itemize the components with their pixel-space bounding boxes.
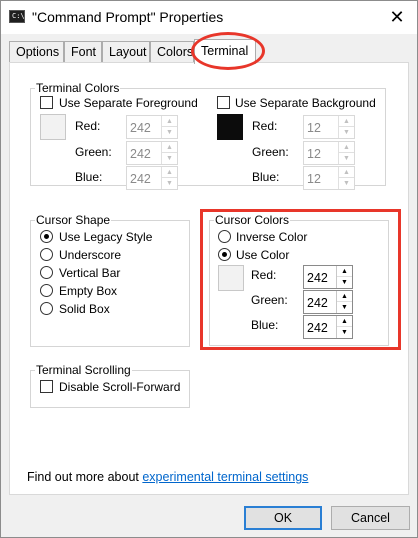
cursor-shape-group: Cursor Shape Use Legacy Style Underscore… [30,213,190,347]
radio-underscore[interactable] [40,248,53,261]
empty-box-label: Empty Box [59,284,118,298]
spin-up-icon[interactable]: ▲ [162,116,177,127]
terminal-scrolling-group: Terminal Scrolling Disable Scroll-Forwar… [30,363,190,408]
use-separate-background-label: Use Separate Background [235,96,376,110]
foreground-blue-label: Blue: [75,170,103,184]
cursor-colors-legend: Cursor Colors [214,213,291,227]
disable-scroll-forward-label: Disable Scroll-Forward [59,380,181,394]
cursor-green-label: Green: [251,293,288,307]
title-bar: C:\ "Command Prompt" Properties ✕ [1,1,417,34]
tab-options[interactable]: Options [9,41,64,62]
cursor-green-spinner[interactable]: 242 ▲ ▼ [303,290,353,314]
ok-button[interactable]: OK [244,506,322,530]
terminal-tab-panel: Terminal Colors Use Separate Foreground … [9,62,409,495]
use-color-label: Use Color [236,248,290,262]
radio-inverse-color[interactable] [218,230,231,243]
background-blue-label: Blue: [252,170,280,184]
cursor-color-swatch [218,265,244,291]
spin-up-icon[interactable]: ▲ [339,142,354,153]
solid-box-label: Solid Box [59,302,110,316]
spin-down-icon[interactable]: ▼ [162,153,177,164]
use-legacy-style-label: Use Legacy Style [59,230,153,244]
use-separate-foreground-checkbox[interactable] [40,96,53,109]
background-green-label: Green: [252,145,289,159]
radio-use-legacy-style[interactable] [40,230,53,243]
foreground-blue-spinner[interactable]: 242 ▲ ▼ [126,166,178,190]
tab-layout[interactable]: Layout [102,41,150,62]
foreground-green-label: Green: [75,145,112,159]
terminal-colors-legend: Terminal Colors [35,81,121,95]
spin-down-icon[interactable]: ▼ [337,302,352,313]
foreground-red-label: Red: [75,119,101,133]
spin-down-icon[interactable]: ▼ [339,127,354,138]
spin-up-icon[interactable]: ▲ [162,142,177,153]
terminal-colors-group: Terminal Colors Use Separate Foreground … [30,81,386,190]
background-green-spinner[interactable]: 12 ▲ ▼ [303,141,355,165]
properties-dialog: C:\ "Command Prompt" Properties ✕ Option… [0,0,418,538]
experimental-settings-link[interactable]: experimental terminal settings [142,470,308,484]
use-separate-background-checkbox[interactable] [217,96,230,109]
footer-prefix: Find out more about [27,470,143,484]
spin-down-icon[interactable]: ▼ [162,127,177,138]
spin-down-icon[interactable]: ▼ [339,178,354,189]
cursor-shape-legend: Cursor Shape [35,213,112,227]
foreground-green-spinner[interactable]: 242 ▲ ▼ [126,141,178,165]
inverse-color-label: Inverse Color [236,230,308,244]
cursor-red-spinner[interactable]: 242 ▲ ▼ [303,265,353,289]
cursor-blue-label: Blue: [251,318,279,332]
disable-scroll-forward-checkbox[interactable] [40,380,53,393]
command-prompt-icon: C:\ [9,10,25,23]
radio-vertical-bar[interactable] [40,266,53,279]
vertical-bar-label: Vertical Bar [59,266,121,280]
spin-up-icon[interactable]: ▲ [337,316,352,327]
cursor-colors-group: Cursor Colors Inverse Color Use Color Re… [209,213,389,346]
spin-up-icon[interactable]: ▲ [337,266,352,277]
terminal-scrolling-legend: Terminal Scrolling [35,363,132,377]
radio-use-color[interactable] [218,248,231,261]
spin-up-icon[interactable]: ▲ [339,167,354,178]
background-red-spinner[interactable]: 12 ▲ ▼ [303,115,355,139]
spin-down-icon[interactable]: ▼ [337,327,352,338]
use-separate-foreground-label: Use Separate Foreground [59,96,198,110]
background-red-label: Red: [252,119,278,133]
background-blue-spinner[interactable]: 12 ▲ ▼ [303,166,355,190]
footer-note: Find out more about experimental termina… [27,470,308,484]
cursor-blue-spinner[interactable]: 242 ▲ ▼ [303,315,353,339]
spin-down-icon[interactable]: ▼ [339,153,354,164]
background-swatch [217,114,243,140]
tab-terminal[interactable]: Terminal [194,39,256,64]
radio-solid-box[interactable] [40,302,53,315]
underscore-label: Underscore [59,248,122,262]
foreground-red-spinner[interactable]: 242 ▲ ▼ [126,115,178,139]
foreground-swatch [40,114,66,140]
spin-up-icon[interactable]: ▲ [162,167,177,178]
tab-font[interactable]: Font [64,41,102,62]
spin-down-icon[interactable]: ▼ [162,178,177,189]
cancel-button[interactable]: Cancel [331,506,410,530]
radio-empty-box[interactable] [40,284,53,297]
spin-up-icon[interactable]: ▲ [337,291,352,302]
tab-strip: Options Font Layout Colors Terminal [9,39,409,64]
tab-colors[interactable]: Colors [150,41,194,62]
close-icon[interactable]: ✕ [387,7,407,27]
cursor-red-label: Red: [251,268,277,282]
spin-down-icon[interactable]: ▼ [337,277,352,288]
window-title: "Command Prompt" Properties [32,9,224,25]
spin-up-icon[interactable]: ▲ [339,116,354,127]
